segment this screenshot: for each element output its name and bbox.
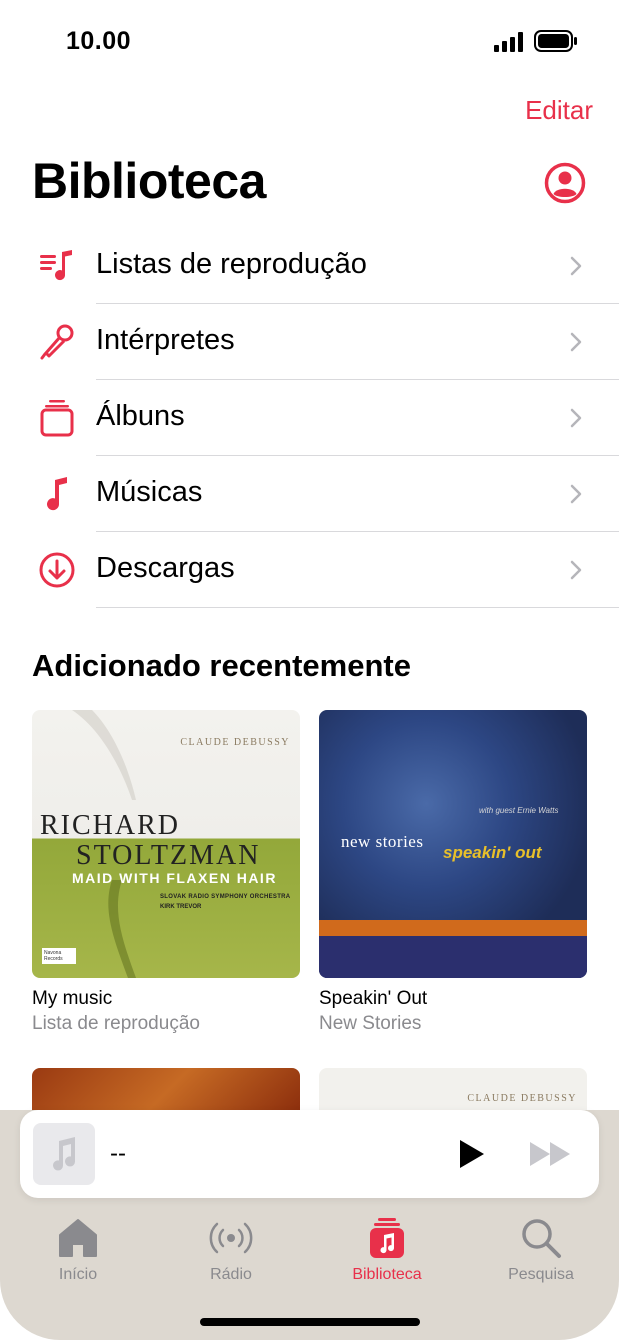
home-icon — [59, 1219, 97, 1257]
library-list: Listas de reprodução Intérpretes Álbuns — [0, 228, 619, 608]
library-item-artists[interactable]: Intérpretes — [0, 304, 619, 380]
search-icon — [522, 1219, 561, 1258]
play-icon[interactable] — [454, 1137, 488, 1171]
library-icon — [370, 1218, 404, 1258]
mini-player[interactable]: -- — [20, 1110, 599, 1198]
cover-orchestra-text: SLOVAK RADIO SYMPHONY ORCHESTRA — [160, 894, 291, 900]
music-note-icon — [36, 475, 78, 513]
mini-player-artwork — [33, 1123, 95, 1185]
account-icon[interactable] — [544, 162, 586, 204]
library-item-label: Álbuns — [96, 400, 185, 432]
cover-artist-text: STOLTZMAN — [76, 840, 261, 871]
library-item-albums[interactable]: Álbuns — [0, 380, 619, 456]
status-bar: 10.00 — [0, 0, 619, 80]
library-item-label: Descargas — [96, 552, 235, 584]
album-card[interactable]: with guest Ernie Watts new stories speak… — [319, 710, 587, 1035]
cover-album-text: MAID WITH FLAXEN HAIR — [72, 870, 277, 886]
tab-radio[interactable]: Rádio — [171, 1212, 291, 1284]
album-title: Speakin' Out — [319, 988, 428, 1009]
cover-artist-text: RICHARD — [40, 810, 181, 841]
mini-player-title: -- — [110, 1140, 126, 1167]
tab-search[interactable]: Pesquisa — [481, 1212, 601, 1284]
cover-stripe — [319, 920, 587, 936]
status-time: 10.00 — [66, 27, 132, 55]
music-note-icon — [53, 1137, 76, 1171]
library-item-playlists[interactable]: Listas de reprodução — [0, 228, 619, 304]
cover-brand-text: CLAUDE DEBUSSY — [180, 737, 290, 748]
tab-home[interactable]: Início — [18, 1212, 138, 1284]
cover-brand-text: CLAUDE DEBUSSY — [467, 1093, 577, 1104]
chevron-right-icon — [570, 484, 582, 504]
signal-icon — [494, 32, 523, 52]
album-title: My music — [32, 988, 113, 1009]
tab-label: Rádio — [210, 1266, 252, 1283]
tab-library[interactable]: Biblioteca — [327, 1212, 447, 1284]
library-item-label: Intérpretes — [96, 324, 235, 356]
radio-icon — [209, 1222, 253, 1254]
album-cover: with guest Ernie Watts new stories speak… — [319, 710, 587, 978]
cover-stripe — [319, 936, 587, 978]
page-title: Biblioteca — [32, 153, 266, 209]
chevron-right-icon — [570, 408, 582, 428]
battery-icon — [534, 30, 577, 52]
library-item-downloads[interactable]: Descargas — [0, 532, 619, 608]
album-stack-icon — [36, 399, 78, 437]
cover-band-text: new stories — [341, 832, 424, 851]
section-title: Adicionado recentemente — [32, 648, 411, 683]
album-card[interactable]: CLAUDE DEBUSSY RICHARD STOLTZMAN MAID WI… — [32, 710, 300, 1035]
cover-conductor-text: KIRK TREVOR — [160, 904, 202, 910]
divider — [96, 607, 619, 608]
tab-label: Pesquisa — [508, 1266, 574, 1283]
microphone-icon — [36, 323, 78, 361]
cover-album-text: speakin' out — [443, 843, 542, 862]
download-icon — [36, 551, 78, 589]
edit-button[interactable]: Editar — [525, 95, 593, 126]
tab-bar: Início Rádio Biblioteca Pesquisa — [0, 1212, 619, 1292]
chevron-right-icon — [570, 256, 582, 276]
cover-guest-text: with guest Ernie Watts — [479, 806, 559, 815]
library-item-songs[interactable]: Músicas — [0, 456, 619, 532]
album-subtitle: Lista de reprodução — [32, 1013, 200, 1034]
fast-forward-icon[interactable] — [528, 1140, 574, 1168]
library-item-label: Músicas — [96, 476, 203, 508]
record-label-logo: Navona Records — [42, 948, 76, 964]
playlist-icon — [36, 247, 78, 285]
album-cover: CLAUDE DEBUSSY RICHARD STOLTZMAN MAID WI… — [32, 710, 300, 978]
chevron-right-icon — [570, 332, 582, 352]
home-indicator — [200, 1318, 420, 1326]
library-item-label: Listas de reprodução — [96, 248, 367, 280]
tab-label: Início — [58, 1266, 98, 1283]
tab-label: Biblioteca — [352, 1266, 422, 1283]
album-subtitle: New Stories — [319, 1013, 422, 1034]
chevron-right-icon — [570, 560, 582, 580]
